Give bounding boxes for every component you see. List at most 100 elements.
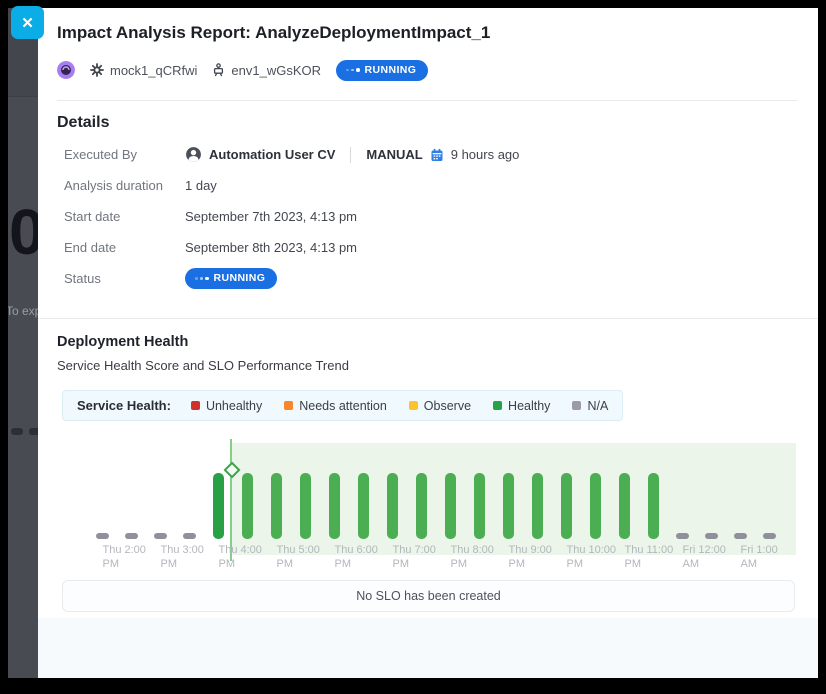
x-axis-tick: Thu 11:00 PM bbox=[610, 541, 639, 571]
background-bar-fragment bbox=[29, 428, 38, 435]
analysis-duration-value: 1 day bbox=[185, 178, 217, 193]
chart-slot bbox=[88, 533, 117, 539]
detail-row-executed-by: Executed By Automation User CV MANUAL bbox=[57, 139, 810, 170]
x-axis-tick: Thu 9:00 PM bbox=[494, 541, 523, 571]
health-bar-healthy[interactable] bbox=[387, 473, 398, 539]
health-bar-na[interactable] bbox=[705, 533, 718, 539]
health-bar-na[interactable] bbox=[676, 533, 689, 539]
status-badge: RUNNING bbox=[185, 268, 277, 289]
details-heading: Details bbox=[57, 113, 810, 132]
legend-label: N/A bbox=[587, 399, 608, 413]
chart-slot bbox=[204, 473, 233, 539]
service-name: mock1_qCRfwi bbox=[110, 63, 197, 78]
health-bar-healthy[interactable] bbox=[271, 473, 282, 539]
legend-label: Needs attention bbox=[299, 399, 387, 413]
x-axis-tick bbox=[755, 541, 784, 571]
health-bar-healthy[interactable] bbox=[300, 473, 311, 539]
health-bar-healthy[interactable] bbox=[619, 473, 630, 539]
health-bar-na[interactable] bbox=[125, 533, 138, 539]
chart-slot bbox=[465, 473, 494, 539]
chart-slot bbox=[494, 473, 523, 539]
start-date-value: September 7th 2023, 4:13 pm bbox=[185, 209, 357, 224]
detail-row-status: Status RUNNING bbox=[57, 263, 810, 294]
background-bar-fragment bbox=[11, 428, 23, 435]
legend-label: Unhealthy bbox=[206, 399, 262, 413]
legend-label: Healthy bbox=[508, 399, 550, 413]
deployment-health-subheading: Service Health Score and SLO Performance… bbox=[57, 358, 810, 373]
health-bar-na[interactable] bbox=[763, 533, 776, 539]
chart-slot bbox=[233, 473, 262, 539]
executed-time: 9 hours ago bbox=[451, 147, 520, 162]
health-bar-healthy[interactable] bbox=[590, 473, 601, 539]
legend-title: Service Health: bbox=[77, 398, 171, 413]
health-bar-na[interactable] bbox=[154, 533, 167, 539]
health-bar-healthy[interactable] bbox=[416, 473, 427, 539]
legend-item: Observe bbox=[409, 399, 471, 413]
health-bar-healthy[interactable] bbox=[474, 473, 485, 539]
legend-items: Unhealthy Needs attention Observe Healthy N/… bbox=[191, 399, 608, 413]
health-chart: Thu 2:00 PMThu 3:00 PMThu 4:00 PMThu 5:0… bbox=[62, 435, 810, 571]
chart-slot bbox=[146, 533, 175, 539]
health-bar-healthy[interactable] bbox=[503, 473, 514, 539]
health-bar-healthy[interactable] bbox=[242, 473, 253, 539]
x-axis-tick bbox=[291, 541, 320, 571]
service-health-legend: Service Health: Unhealthy Needs attention… bbox=[62, 390, 623, 421]
value-divider bbox=[350, 147, 351, 163]
x-axis-tick bbox=[175, 541, 204, 571]
x-axis-tick: Fri 1:00 AM bbox=[726, 541, 755, 571]
gear-icon bbox=[90, 63, 104, 77]
running-dots-icon bbox=[195, 277, 209, 281]
x-axis-tick bbox=[407, 541, 436, 571]
chart-slot bbox=[407, 473, 436, 539]
chart-slot bbox=[175, 533, 204, 539]
health-bar-healthy[interactable] bbox=[445, 473, 456, 539]
x-axis-tick: Thu 10:00 PM bbox=[552, 541, 581, 571]
deployment-health-heading: Deployment Health bbox=[57, 334, 810, 351]
x-axis-tick bbox=[581, 541, 610, 571]
environment-name: env1_wGsKOR bbox=[231, 63, 321, 78]
chart-slot bbox=[378, 473, 407, 539]
report-meta-row: mock1_qCRfwi env1_wGsKOR RUNNING bbox=[57, 58, 810, 82]
user-icon bbox=[185, 146, 202, 163]
chart-slot bbox=[668, 533, 697, 539]
legend-label: Observe bbox=[424, 399, 471, 413]
calendar-icon bbox=[430, 148, 444, 162]
background-metric-number: 0 bbox=[9, 200, 38, 264]
health-bar-healthy[interactable] bbox=[213, 473, 224, 539]
no-slo-message: No SLO has been created bbox=[62, 580, 795, 612]
legend-swatch-icon bbox=[572, 401, 581, 410]
health-bar-na[interactable] bbox=[183, 533, 196, 539]
x-axis-tick: Thu 6:00 PM bbox=[320, 541, 349, 571]
section-divider bbox=[38, 318, 818, 319]
background-text-fragment: To exp bbox=[8, 304, 38, 318]
health-bar-healthy[interactable] bbox=[532, 473, 543, 539]
environment-icon bbox=[212, 63, 225, 77]
health-bar-na[interactable] bbox=[734, 533, 747, 539]
legend-item: Needs attention bbox=[284, 399, 387, 413]
detail-row-start-date: Start date September 7th 2023, 4:13 pm bbox=[57, 201, 810, 232]
x-axis-tick bbox=[233, 541, 262, 571]
legend-item: N/A bbox=[572, 399, 608, 413]
chart-slot bbox=[436, 473, 465, 539]
close-icon: ✕ bbox=[21, 14, 34, 32]
health-bar-na[interactable] bbox=[96, 533, 109, 539]
chart-slot bbox=[117, 533, 146, 539]
detail-row-duration: Analysis duration 1 day bbox=[57, 170, 810, 201]
x-axis-tick: Thu 7:00 PM bbox=[378, 541, 407, 571]
chart-x-axis-labels: Thu 2:00 PMThu 3:00 PMThu 4:00 PMThu 5:0… bbox=[88, 541, 784, 571]
health-bar-healthy[interactable] bbox=[329, 473, 340, 539]
x-axis-tick bbox=[523, 541, 552, 571]
x-axis-tick: Thu 4:00 PM bbox=[204, 541, 233, 571]
health-bar-healthy[interactable] bbox=[648, 473, 659, 539]
legend-item: Healthy bbox=[493, 399, 550, 413]
health-bar-healthy[interactable] bbox=[561, 473, 572, 539]
legend-swatch-icon bbox=[191, 401, 200, 410]
health-bar-healthy[interactable] bbox=[358, 473, 369, 539]
service-chip[interactable]: mock1_qCRfwi bbox=[90, 63, 197, 78]
environment-chip[interactable]: env1_wGsKOR bbox=[212, 63, 321, 78]
trigger-type: MANUAL bbox=[366, 147, 422, 162]
x-axis-tick: Thu 8:00 PM bbox=[436, 541, 465, 571]
chart-slot bbox=[349, 473, 378, 539]
x-axis-tick bbox=[465, 541, 494, 571]
close-drawer-button[interactable]: ✕ bbox=[11, 6, 44, 39]
